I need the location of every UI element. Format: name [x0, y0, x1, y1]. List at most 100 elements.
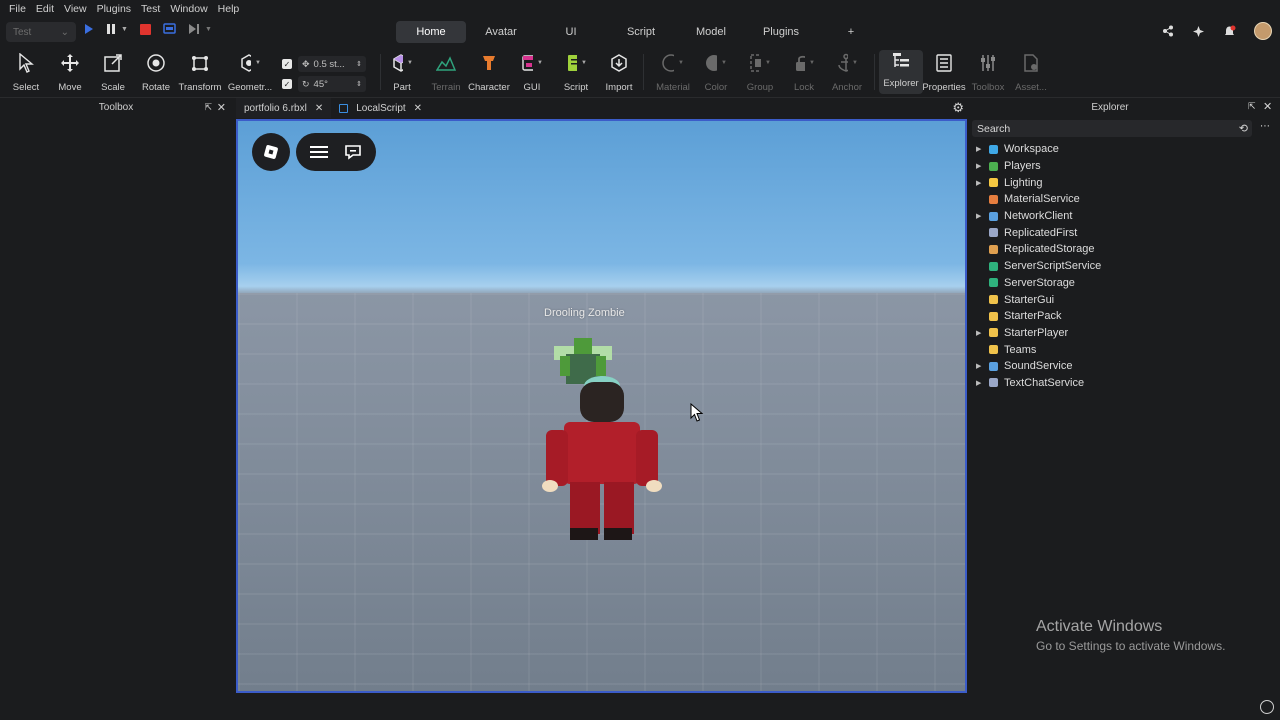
- close-icon[interactable]: ✕: [217, 101, 226, 114]
- stop-icon[interactable]: [139, 23, 151, 35]
- expand-arrow-icon[interactable]: ▶: [976, 212, 986, 220]
- test-mode-select[interactable]: Test ⌄: [6, 22, 76, 42]
- move-snap-checkbox[interactable]: ✓: [282, 59, 292, 69]
- explorer-item[interactable]: ▶ TextChatService: [976, 375, 1266, 392]
- rotate-snap-checkbox[interactable]: ✓: [282, 79, 292, 89]
- avatar[interactable]: [1254, 22, 1272, 40]
- share-icon[interactable]: [1162, 25, 1174, 37]
- expand-arrow-icon[interactable]: ▶: [976, 379, 986, 387]
- expand-arrow-icon[interactable]: ▶: [976, 162, 986, 170]
- expand-arrow-icon[interactable]: ▶: [976, 362, 986, 370]
- menu-view[interactable]: View: [64, 3, 87, 15]
- popout-icon[interactable]: ⇱: [1248, 101, 1256, 112]
- toolbox-toggle-label: Toolbox: [971, 82, 1005, 93]
- explorer-item[interactable]: MaterialService: [976, 191, 1266, 208]
- explorer-item[interactable]: ▶ Players: [976, 158, 1266, 175]
- explorer-tree: ▶ Workspace ▶ Players ▶ Lighting MaterialServi…: [976, 141, 1266, 391]
- explorer-item-label: ReplicatedStorage: [1004, 243, 1095, 256]
- client-server-icon[interactable]: [163, 23, 176, 35]
- more-options-icon[interactable]: ⋯: [1260, 121, 1270, 132]
- script-tool[interactable]: ▼ Script: [554, 52, 598, 93]
- pause-button[interactable]: ▼: [106, 23, 128, 35]
- explorer-item[interactable]: ServerStorage: [976, 275, 1266, 292]
- import-tool[interactable]: Import: [597, 52, 641, 93]
- explorer-item-label: Teams: [1004, 343, 1037, 356]
- explorer-item[interactable]: ▶ SoundService: [976, 358, 1266, 375]
- menu-edit[interactable]: Edit: [36, 3, 54, 15]
- explorer-item[interactable]: ▶ Lighting: [976, 174, 1266, 191]
- explorer-item[interactable]: ▶ StarterPlayer: [976, 325, 1266, 342]
- menu-help[interactable]: Help: [218, 3, 240, 15]
- explorer-item[interactable]: ReplicatedFirst: [976, 224, 1266, 241]
- tab-script[interactable]: Script: [606, 21, 676, 43]
- tab-model[interactable]: Model: [676, 21, 746, 43]
- explorer-item[interactable]: ServerScriptService: [976, 258, 1266, 275]
- move-tool[interactable]: Move: [48, 52, 92, 93]
- mouse-cursor-icon: [690, 403, 704, 422]
- explorer-item[interactable]: StarterGui: [976, 291, 1266, 308]
- scale-tool[interactable]: Scale: [91, 52, 135, 93]
- explorer-toggle[interactable]: Explorer: [879, 50, 923, 94]
- step-button[interactable]: ▼: [188, 23, 212, 35]
- status-circle-icon[interactable]: [1260, 700, 1274, 714]
- move-snap-field[interactable]: ✥ 0.5 st... ⇕: [298, 56, 366, 72]
- close-icon[interactable]: ✕: [1263, 100, 1272, 113]
- explorer-item[interactable]: ReplicatedStorage: [976, 241, 1266, 258]
- menu-plugins[interactable]: Plugins: [97, 3, 131, 15]
- add-tab-button[interactable]: +: [816, 21, 886, 43]
- doc-tab-place[interactable]: portfolio 6.rbxl ✕: [236, 98, 332, 118]
- expand-arrow-icon[interactable]: ▶: [976, 329, 986, 337]
- folder-icon: [987, 310, 999, 322]
- assets-toggle[interactable]: Asset...: [1009, 52, 1053, 93]
- assistant-sparkle-icon[interactable]: [1192, 25, 1205, 38]
- material-tool[interactable]: ▼ Material: [651, 52, 695, 93]
- tab-home[interactable]: Home: [396, 21, 466, 43]
- explorer-search-input[interactable]: Search ⟲: [972, 120, 1252, 137]
- expand-arrow-icon[interactable]: ▶: [976, 179, 986, 187]
- doc-tab-localscript[interactable]: LocalScript ✕: [331, 98, 430, 118]
- close-icon[interactable]: ✕: [414, 103, 422, 114]
- menu-window[interactable]: Window: [170, 3, 207, 15]
- snap-settings: ✓ ✥ 0.5 st... ⇕ ✓ ↻ 45° ⇕: [282, 55, 366, 95]
- explorer-item[interactable]: StarterPack: [976, 308, 1266, 325]
- notification-bell-icon[interactable]: [1223, 25, 1236, 38]
- popout-icon[interactable]: ⇱: [204, 102, 212, 113]
- gui-tool[interactable]: ▼ GUI: [510, 52, 554, 93]
- top-right-actions: [1162, 22, 1272, 40]
- server-script-icon: [987, 260, 999, 272]
- caret-down-icon: ▼: [678, 60, 684, 66]
- geometry-tool[interactable]: ▼ Geometr...: [228, 52, 272, 93]
- explorer-item[interactable]: ▶ NetworkClient: [976, 208, 1266, 225]
- history-icon[interactable]: ⟲: [1239, 122, 1248, 135]
- transform-tool[interactable]: Transform: [178, 52, 222, 93]
- tab-plugins[interactable]: Plugins: [746, 21, 816, 43]
- chat-icon[interactable]: [344, 144, 362, 160]
- npc-name-label: Drooling Zombie: [544, 307, 625, 319]
- rotate-snap-field[interactable]: ↻ 45° ⇕: [298, 76, 366, 92]
- roblox-menu-button[interactable]: [252, 133, 290, 171]
- toolbox-toggle[interactable]: Toolbox: [966, 52, 1010, 93]
- group-tool[interactable]: ▼ Group: [738, 52, 782, 93]
- terrain-tool[interactable]: Terrain: [424, 52, 468, 93]
- menu-test[interactable]: Test: [141, 3, 160, 15]
- tab-ui[interactable]: UI: [536, 21, 606, 43]
- rotate-tool[interactable]: Rotate: [134, 52, 178, 93]
- select-tool[interactable]: Select: [4, 52, 48, 93]
- localscript-icon: [339, 103, 349, 113]
- explorer-item[interactable]: Teams: [976, 341, 1266, 358]
- game-viewport[interactable]: Drooling Zombie: [236, 119, 967, 693]
- part-tool[interactable]: ▼ Part: [380, 52, 424, 93]
- character-tool[interactable]: Character: [467, 52, 511, 93]
- anchor-tool[interactable]: ▼ Anchor: [825, 52, 869, 93]
- menu-file[interactable]: File: [9, 3, 26, 15]
- tab-avatar[interactable]: Avatar: [466, 21, 536, 43]
- hamburger-menu-icon[interactable]: [310, 145, 328, 159]
- gear-icon[interactable]: ⚙: [952, 100, 964, 116]
- lock-tool[interactable]: ▼ Lock: [782, 52, 826, 93]
- properties-toggle[interactable]: Properties: [922, 52, 966, 93]
- color-tool[interactable]: ▼ Color: [694, 52, 738, 93]
- expand-arrow-icon[interactable]: ▶: [976, 145, 986, 153]
- play-icon[interactable]: [84, 23, 94, 35]
- close-icon[interactable]: ✕: [315, 103, 323, 114]
- explorer-item[interactable]: ▶ Workspace: [976, 141, 1266, 158]
